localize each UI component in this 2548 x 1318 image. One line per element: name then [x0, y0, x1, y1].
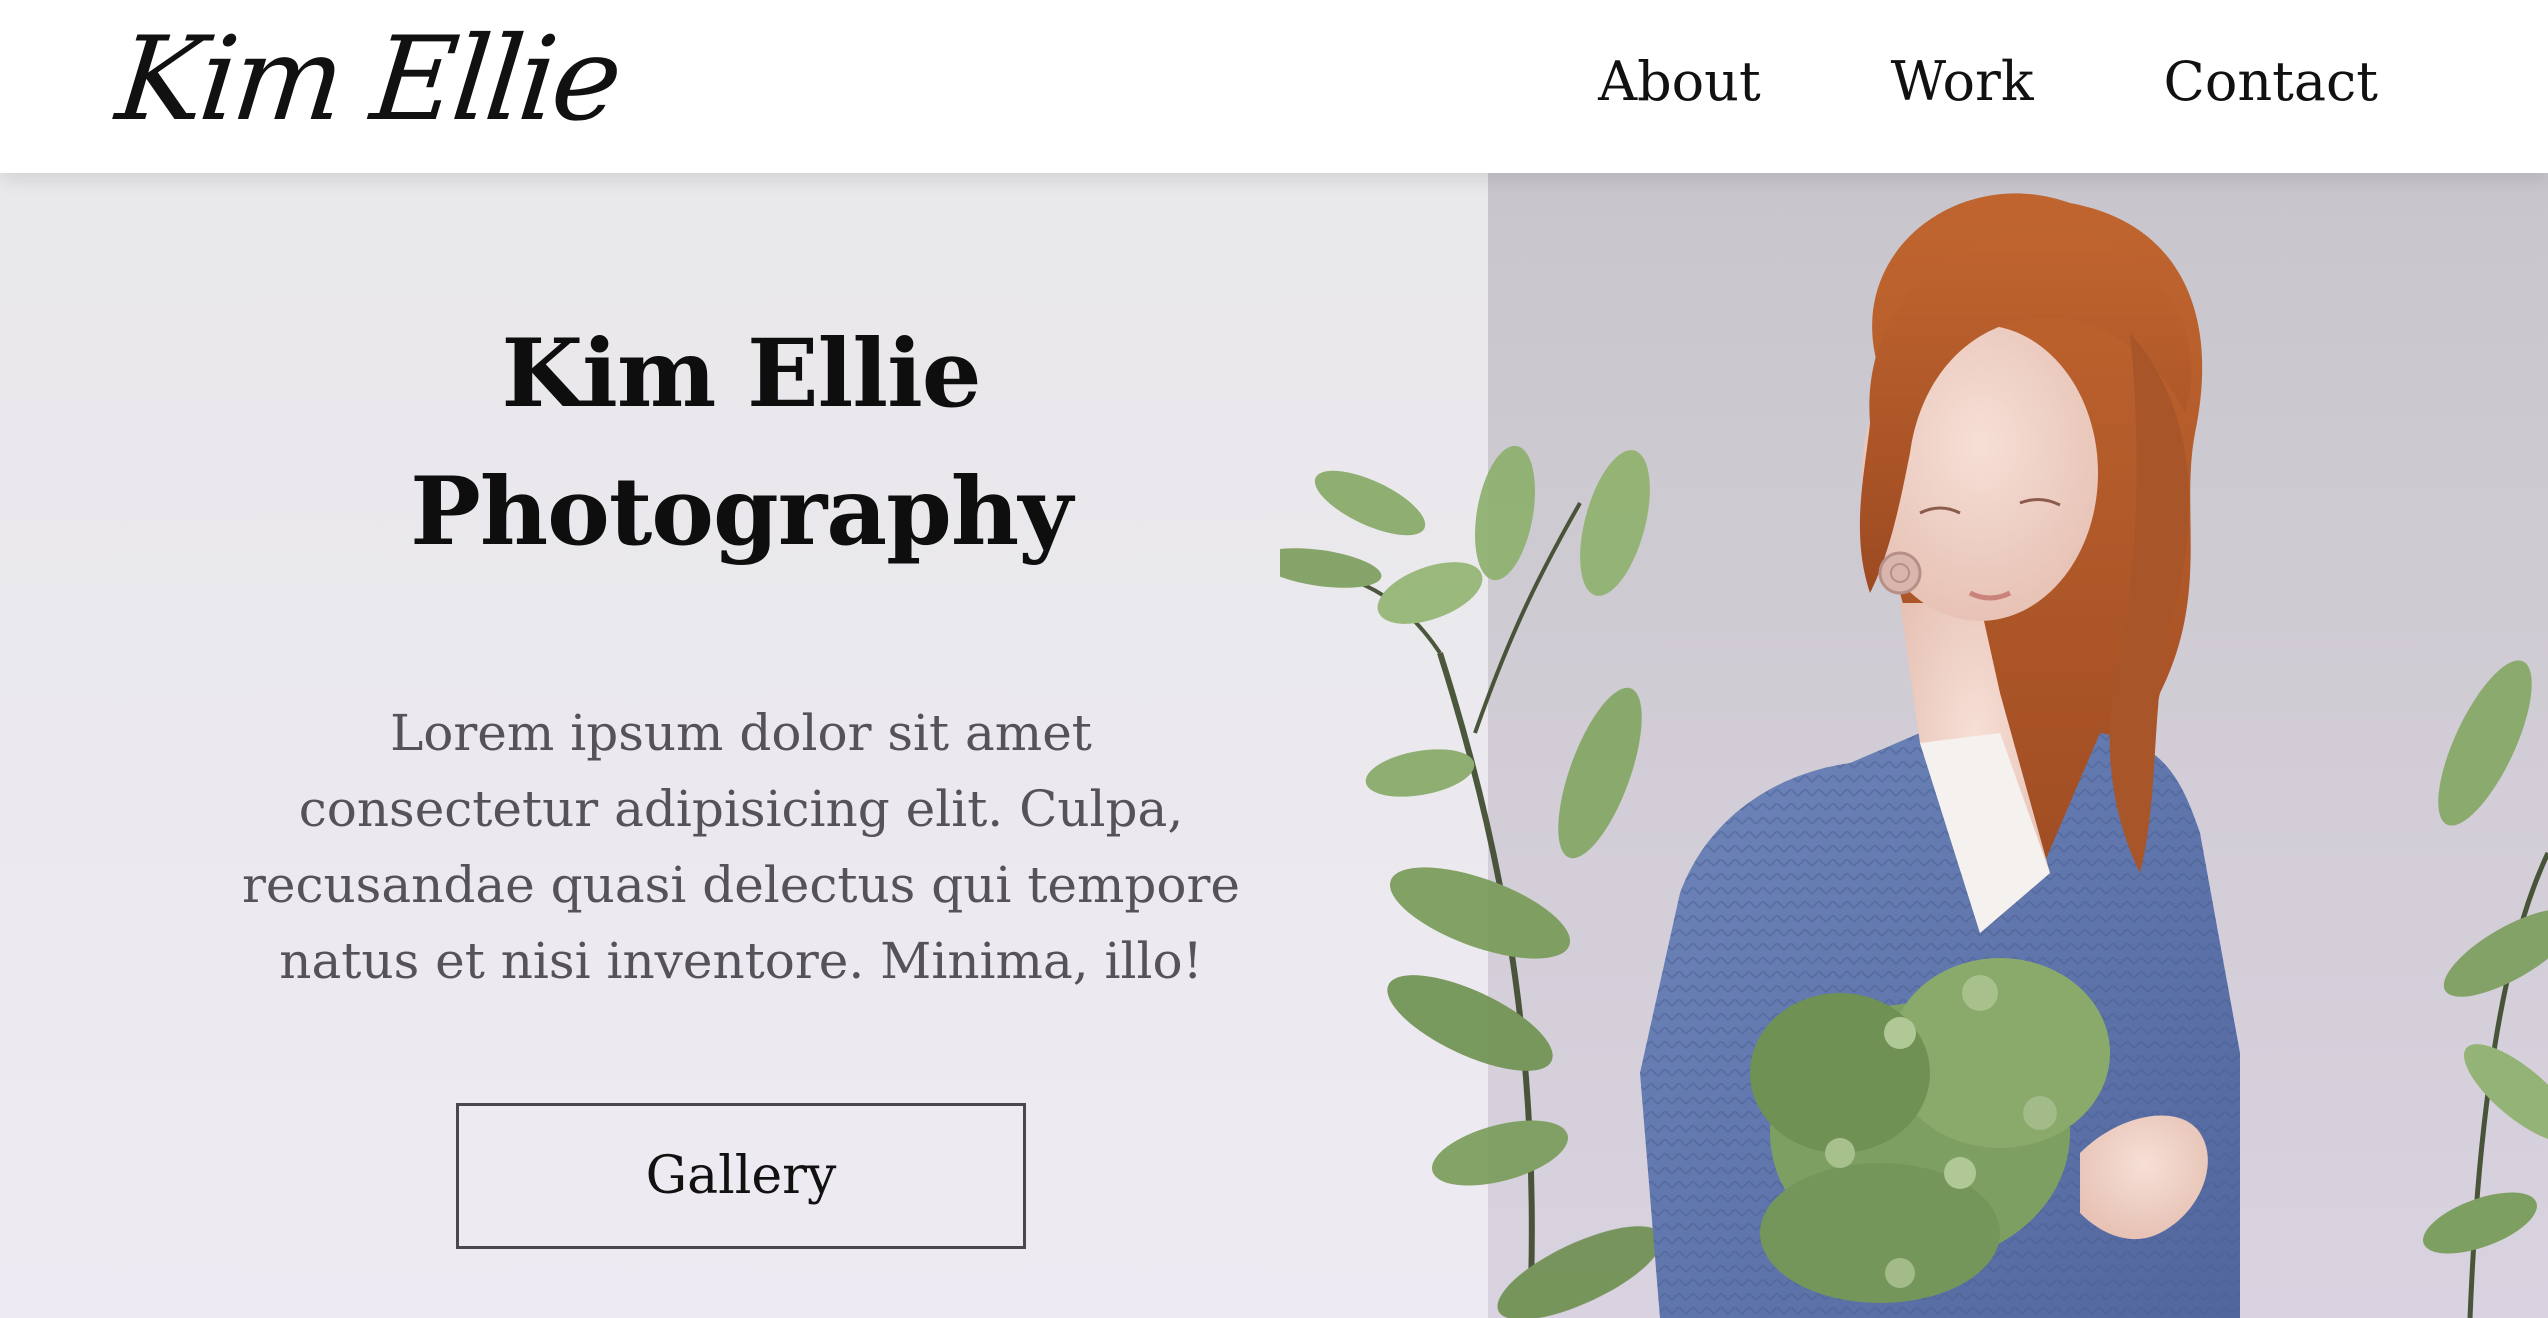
nav-work-link[interactable]: Work [1891, 50, 2034, 113]
hero-section: Kim Ellie Photography Lorem ipsum dolor … [0, 173, 2548, 1318]
hero-title: Kim Ellie Photography [0, 305, 1482, 581]
main-nav: About Work Contact [1598, 0, 2378, 162]
gallery-button[interactable]: Gallery [456, 1103, 1026, 1249]
nav-contact-link[interactable]: Contact [2164, 50, 2378, 113]
earring [1878, 551, 1922, 595]
hero-description: Lorem ipsum dolor sit amet consectetur a… [241, 704, 1241, 990]
logo-link[interactable]: Kim Ellie [110, 0, 626, 160]
hero-content: Kim Ellie Photography Lorem ipsum dolor … [0, 173, 1482, 1249]
page: Kim Ellie About Work Contact Kim Ellie P… [0, 0, 2548, 1318]
right-plant [2423, 660, 2548, 1318]
hero-title-line1: Kim Ellie [501, 319, 981, 429]
hero-title-line2: Photography [410, 457, 1073, 567]
nav-about-link[interactable]: About [1598, 50, 1761, 113]
site-header: Kim Ellie About Work Contact [0, 0, 2548, 173]
